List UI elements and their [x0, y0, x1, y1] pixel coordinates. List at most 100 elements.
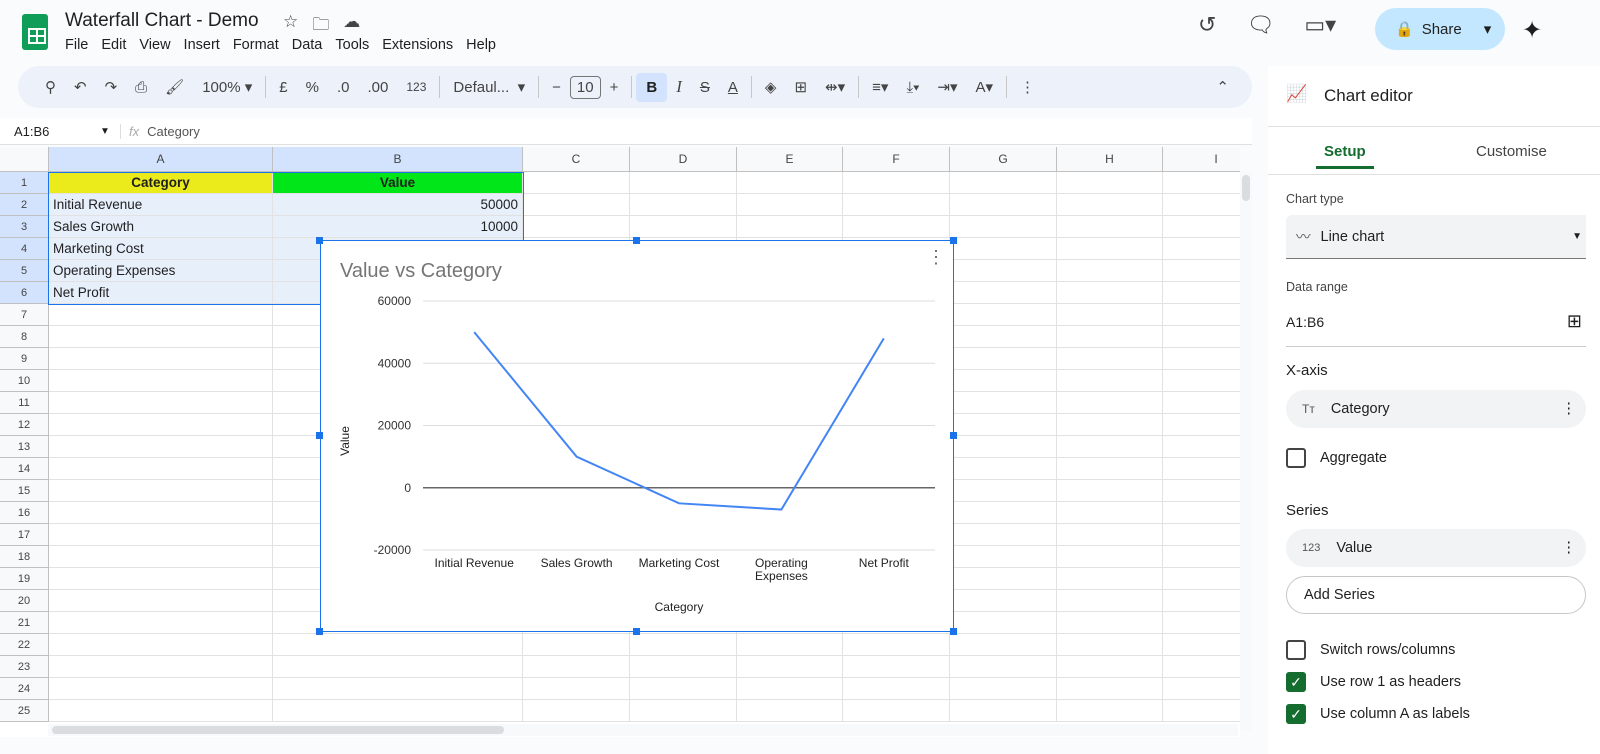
menu-tools[interactable]: Tools — [335, 37, 369, 53]
row-header-13[interactable]: 13 — [0, 436, 49, 458]
cell-A4[interactable]: Marketing Cost — [49, 238, 273, 260]
resize-handle[interactable] — [950, 628, 957, 635]
cell-F3[interactable] — [843, 216, 950, 238]
cell-B25[interactable] — [273, 700, 523, 722]
horizontal-align-icon[interactable]: ≡▾ — [863, 78, 897, 96]
row-header-16[interactable]: 16 — [0, 502, 49, 524]
increase-font-size-icon[interactable]: + — [601, 79, 628, 96]
cell-I9[interactable] — [1163, 348, 1240, 370]
column-header-G[interactable]: G — [950, 147, 1057, 172]
cell-G10[interactable] — [950, 370, 1057, 392]
cell-E23[interactable] — [737, 656, 843, 678]
row-header-23[interactable]: 23 — [0, 656, 49, 678]
cell-H22[interactable] — [1057, 634, 1163, 656]
cell-I7[interactable] — [1163, 304, 1240, 326]
cell-I5[interactable] — [1163, 260, 1240, 282]
menu-format[interactable]: Format — [233, 37, 279, 53]
cell-A21[interactable] — [49, 612, 273, 634]
cell-I12[interactable] — [1163, 414, 1240, 436]
row-header-3[interactable]: 3 — [0, 216, 49, 238]
menu-view[interactable]: View — [139, 37, 170, 53]
cell-B24[interactable] — [273, 678, 523, 700]
cell-A20[interactable] — [49, 590, 273, 612]
cell-E1[interactable] — [737, 172, 843, 194]
cell-H3[interactable] — [1057, 216, 1163, 238]
cell-H19[interactable] — [1057, 568, 1163, 590]
cell-H11[interactable] — [1057, 392, 1163, 414]
cell-I3[interactable] — [1163, 216, 1240, 238]
cell-C3[interactable] — [523, 216, 630, 238]
cell-G23[interactable] — [950, 656, 1057, 678]
cell-B22[interactable] — [273, 634, 523, 656]
cell-C22[interactable] — [523, 634, 630, 656]
cell-A13[interactable] — [49, 436, 273, 458]
cell-B23[interactable] — [273, 656, 523, 678]
row-header-19[interactable]: 19 — [0, 568, 49, 590]
name-box[interactable]: A1:B6 — [0, 124, 100, 139]
font-size-input[interactable]: 10 — [569, 75, 601, 99]
item-menu-icon[interactable]: ⋮ — [1562, 540, 1577, 556]
cell-I10[interactable] — [1163, 370, 1240, 392]
row-header-10[interactable]: 10 — [0, 370, 49, 392]
cell-G9[interactable] — [950, 348, 1057, 370]
cell-G13[interactable] — [950, 436, 1057, 458]
column-header-E[interactable]: E — [737, 147, 843, 172]
cell-G25[interactable] — [950, 700, 1057, 722]
cell-A6[interactable]: Net Profit — [49, 282, 273, 304]
merge-cells-icon[interactable]: ⇹▾ — [816, 78, 854, 96]
text-wrap-icon[interactable]: ⇥▾ — [928, 78, 966, 96]
row-header-9[interactable]: 9 — [0, 348, 49, 370]
cell-I15[interactable] — [1163, 480, 1240, 502]
history-icon[interactable]: ↺ — [1198, 12, 1216, 38]
cell-G24[interactable] — [950, 678, 1057, 700]
cell-I16[interactable] — [1163, 502, 1240, 524]
italic-button[interactable]: I — [667, 77, 691, 97]
collapse-toolbar-icon[interactable]: ⌃ — [1207, 78, 1238, 96]
cell-G11[interactable] — [950, 392, 1057, 414]
cell-D2[interactable] — [630, 194, 737, 216]
cell-A1[interactable]: Category — [49, 172, 273, 194]
cell-D3[interactable] — [630, 216, 737, 238]
row-header-17[interactable]: 17 — [0, 524, 49, 546]
cell-A18[interactable] — [49, 546, 273, 568]
cell-A11[interactable] — [49, 392, 273, 414]
cell-H9[interactable] — [1057, 348, 1163, 370]
cell-H24[interactable] — [1057, 678, 1163, 700]
tab-setup[interactable]: Setup — [1316, 143, 1374, 169]
comments-icon[interactable]: 🗨 — [1246, 12, 1274, 38]
gemini-icon[interactable]: ✦ — [1522, 16, 1542, 45]
select-range-icon[interactable]: ⊞ — [1567, 311, 1582, 332]
row-header-24[interactable]: 24 — [0, 678, 49, 700]
cell-H23[interactable] — [1057, 656, 1163, 678]
row-header-25[interactable]: 25 — [0, 700, 49, 722]
cell-G1[interactable] — [950, 172, 1057, 194]
cell-H13[interactable] — [1057, 436, 1163, 458]
meet-icon[interactable]: ▭▾ — [1304, 12, 1336, 38]
cell-H8[interactable] — [1057, 326, 1163, 348]
cell-I19[interactable] — [1163, 568, 1240, 590]
cell-E24[interactable] — [737, 678, 843, 700]
cell-H1[interactable] — [1057, 172, 1163, 194]
cell-D22[interactable] — [630, 634, 737, 656]
row-header-12[interactable]: 12 — [0, 414, 49, 436]
search-icon[interactable]: ⚲ — [36, 78, 65, 96]
cell-G7[interactable] — [950, 304, 1057, 326]
cell-I20[interactable] — [1163, 590, 1240, 612]
cell-H25[interactable] — [1057, 700, 1163, 722]
document-title[interactable]: Waterfall Chart - Demo — [65, 10, 259, 32]
cell-I11[interactable] — [1163, 392, 1240, 414]
cell-G17[interactable] — [950, 524, 1057, 546]
column-header-F[interactable]: F — [843, 147, 950, 172]
horizontal-scrollbar[interactable] — [48, 724, 1238, 736]
cell-H7[interactable] — [1057, 304, 1163, 326]
cell-A7[interactable] — [49, 304, 273, 326]
cell-C24[interactable] — [523, 678, 630, 700]
data-range-input[interactable]: A1:B6 ⊞ — [1286, 311, 1586, 347]
currency-button[interactable]: £ — [270, 79, 296, 96]
series-item[interactable]: 123 Value ⋮ — [1286, 529, 1586, 567]
cell-I1[interactable] — [1163, 172, 1240, 194]
bold-button[interactable]: B — [636, 72, 668, 102]
cell-B1[interactable]: Value — [273, 172, 523, 194]
row-header-4[interactable]: 4 — [0, 238, 49, 260]
embedded-chart[interactable]: Value vs Category 60000 40000 20000 0 -20000 I… — [320, 240, 954, 632]
